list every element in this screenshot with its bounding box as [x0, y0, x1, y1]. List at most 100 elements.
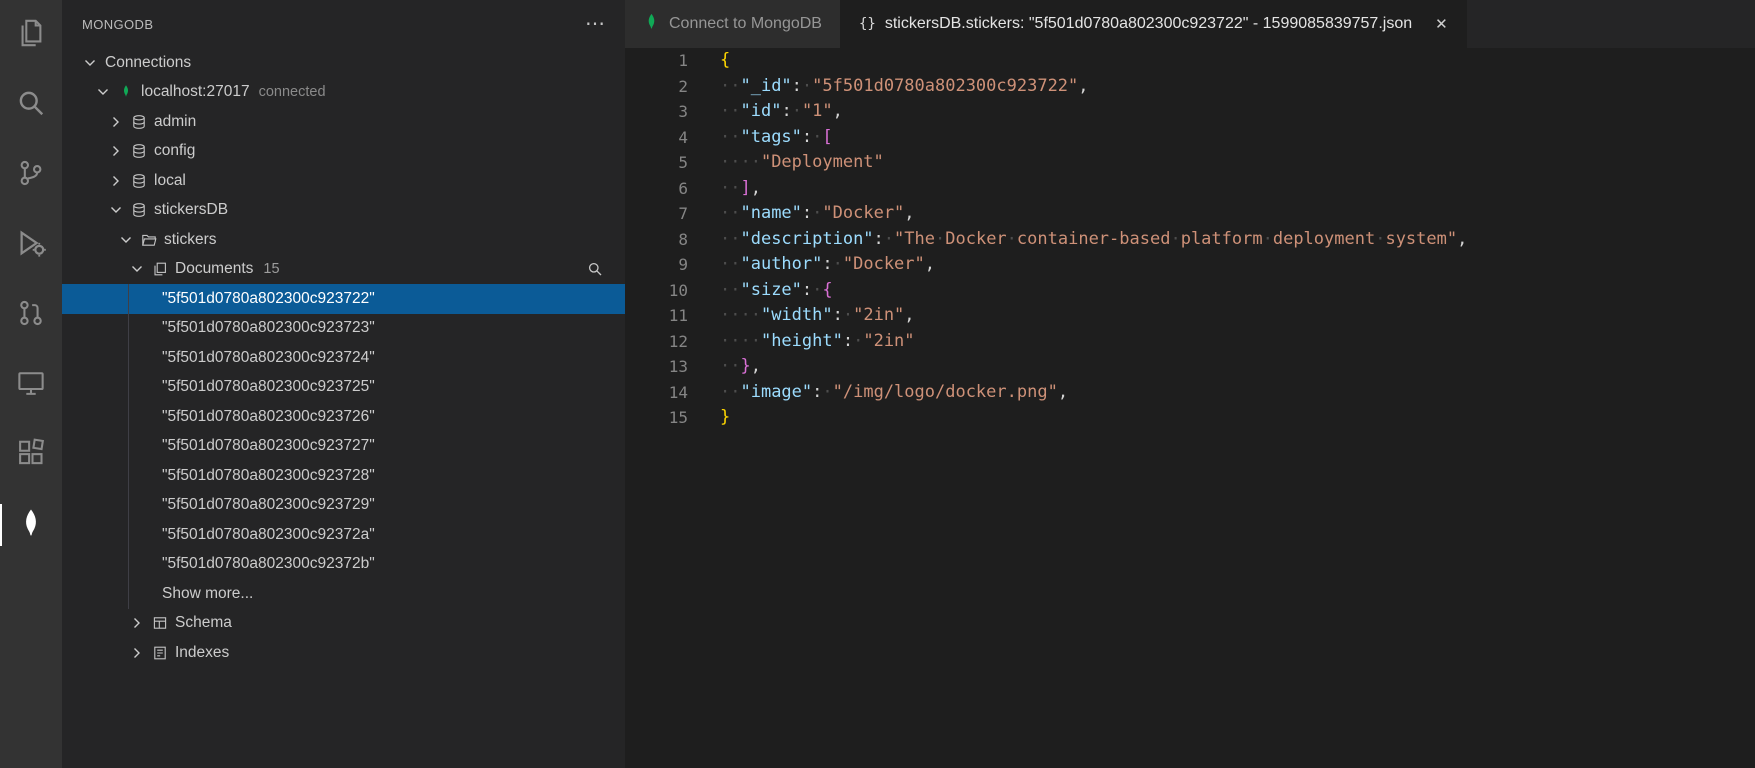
chevron-right-icon[interactable] — [108, 114, 124, 130]
activity-extensions-button[interactable] — [0, 420, 62, 490]
database-icon — [131, 143, 147, 159]
search-icon[interactable] — [587, 261, 603, 277]
close-icon[interactable]: ✕ — [1435, 15, 1448, 33]
tree-item-documents[interactable]: Documents 15 — [62, 255, 625, 285]
tree-item-doc-724[interactable]: "5f501d0780a802300c923724" — [62, 343, 625, 373]
tree-item-doc-726[interactable]: "5f501d0780a802300c923726" — [62, 402, 625, 432]
tree-item-doc-72a[interactable]: "5f501d0780a802300c92372a" — [62, 520, 625, 550]
chevron-down-icon[interactable] — [82, 55, 98, 71]
line-number: 8 — [625, 227, 688, 253]
code-line[interactable]: 10 ··"size":·{ — [625, 278, 1755, 304]
documents-count: 15 — [263, 261, 279, 277]
connection-tree: Connections localhost:27017connectedadmin… — [62, 48, 625, 768]
activity-mongodb-button[interactable] — [0, 490, 62, 560]
remote-explorer-icon — [16, 368, 46, 403]
line-number: 7 — [625, 201, 688, 227]
code-line[interactable]: 1{ — [625, 48, 1755, 74]
tab-label: stickersDB.stickers: "5f501d0780a802300c… — [885, 15, 1412, 33]
activity-pull-requests-button[interactable] — [0, 280, 62, 350]
activity-source-control-button[interactable] — [0, 140, 62, 210]
line-number: 1 — [625, 48, 688, 74]
tree-item-doc-729[interactable]: "5f501d0780a802300c923729" — [62, 491, 625, 521]
line-number: 13 — [625, 354, 688, 380]
code-line[interactable]: 15} — [625, 405, 1755, 431]
line-number: 10 — [625, 278, 688, 304]
chevron-right-icon[interactable] — [108, 173, 124, 189]
editor-area: Connect to MongoDB {}stickersDB.stickers:… — [625, 0, 1755, 768]
tree-item-doc-728[interactable]: "5f501d0780a802300c923728" — [62, 461, 625, 491]
tree-item-label: config — [154, 142, 195, 160]
chevron-down-icon[interactable] — [95, 84, 111, 100]
database-icon — [131, 202, 147, 218]
code-line[interactable]: 5····"Deployment" — [625, 150, 1755, 176]
chevron-right-icon[interactable] — [129, 615, 145, 631]
tree-item-label: "5f501d0780a802300c923727" — [162, 437, 375, 455]
editor-code[interactable]: 1{2··"_id":·"5f501d0780a802300c923722",3… — [625, 48, 1755, 768]
code-text: ··"id":·"1", — [720, 99, 843, 125]
activity-explorer-button[interactable] — [0, 0, 62, 70]
search-icon — [16, 88, 46, 123]
tree-item-doc-727[interactable]: "5f501d0780a802300c923727" — [62, 432, 625, 462]
chevron-down-icon[interactable] — [118, 232, 134, 248]
tab-document-json[interactable]: {}stickersDB.stickers: "5f501d0780a80230… — [841, 0, 1467, 48]
code-text: ····"height":·"2in" — [720, 329, 915, 355]
code-text: ··"_id":·"5f501d0780a802300c923722", — [720, 74, 1089, 100]
code-line[interactable]: 4··"tags":·[ — [625, 125, 1755, 151]
tree-item-db-admin[interactable]: admin — [62, 107, 625, 137]
tree-item-label: stickers — [164, 231, 217, 249]
tree-item-db-stickersdb[interactable]: stickersDB — [62, 196, 625, 226]
tree-item-label: "5f501d0780a802300c923728" — [162, 467, 375, 485]
tree-item-doc-722[interactable]: "5f501d0780a802300c923722" — [62, 284, 625, 314]
activity-run-and-debug-button[interactable] — [0, 210, 62, 280]
code-text: ··"name":·"Docker", — [720, 201, 915, 227]
tab-connect-to-mongodb[interactable]: Connect to MongoDB — [625, 0, 841, 48]
code-text: ··], — [720, 176, 761, 202]
code-text: ··}, — [720, 354, 761, 380]
chevron-right-icon[interactable] — [129, 645, 145, 661]
chevron-down-icon[interactable] — [108, 202, 124, 218]
activity-remote-explorer-button[interactable] — [0, 350, 62, 420]
tree-item-label: Documents — [175, 260, 253, 278]
code-line[interactable]: 9··"author":·"Docker", — [625, 252, 1755, 278]
chevron-right-icon[interactable] — [108, 143, 124, 159]
activity-search-button[interactable] — [0, 70, 62, 140]
code-line[interactable]: 3··"id":·"1", — [625, 99, 1755, 125]
activity-bar — [0, 0, 62, 768]
code-line[interactable]: 13 ··}, — [625, 354, 1755, 380]
tree-item-collection-stickers[interactable]: stickers — [62, 225, 625, 255]
chevron-down-icon[interactable] — [129, 261, 145, 277]
sidebar-header: MONGODB ⋯ — [62, 0, 625, 48]
tree-item-db-config[interactable]: config — [62, 137, 625, 167]
tree-item-connections[interactable]: Connections — [62, 48, 625, 78]
tree-item-show-more[interactable]: Show more... — [62, 579, 625, 609]
code-text: ··"size":·{ — [720, 278, 833, 304]
tree-item-doc-725[interactable]: "5f501d0780a802300c923725" — [62, 373, 625, 403]
code-line[interactable]: 2··"_id":·"5f501d0780a802300c923722", — [625, 74, 1755, 100]
tree-item-label: "5f501d0780a802300c923729" — [162, 496, 375, 514]
more-actions-icon[interactable]: ⋯ — [585, 14, 605, 34]
code-line[interactable]: 12····"height":·"2in" — [625, 329, 1755, 355]
tree-item-localhost-27017[interactable]: localhost:27017connected — [62, 78, 625, 108]
code-line[interactable]: 6··], — [625, 176, 1755, 202]
tree-item-indexes[interactable]: Indexes — [62, 638, 625, 668]
documents-icon — [152, 261, 168, 277]
code-line[interactable]: 7 ··"name":·"Docker", — [625, 201, 1755, 227]
tree-item-db-local[interactable]: local — [62, 166, 625, 196]
tab-label: Connect to MongoDB — [669, 15, 822, 33]
tree-item-label: Connections — [105, 54, 191, 72]
mongodb-leaf-icon — [643, 13, 660, 35]
tree-item-schema[interactable]: Schema — [62, 609, 625, 639]
tree-item-label: localhost:27017 — [141, 83, 250, 101]
code-line[interactable]: 8··"description":·"The·Docker·container-… — [625, 227, 1755, 253]
code-line[interactable]: 14··"image":·"/img/logo/docker.png", — [625, 380, 1755, 406]
mongodb-sidebar: MONGODB ⋯ Connections localhost:27017conn… — [62, 0, 625, 768]
source-control-icon — [16, 158, 46, 193]
tab-bar: Connect to MongoDB {}stickersDB.stickers:… — [625, 0, 1755, 48]
tree-item-doc-723[interactable]: "5f501d0780a802300c923723" — [62, 314, 625, 344]
tree-item-label: "5f501d0780a802300c923725" — [162, 378, 375, 396]
tree-item-label: "5f501d0780a802300c92372a" — [162, 526, 375, 544]
line-number: 5 — [625, 150, 688, 176]
code-line[interactable]: 11····"width":·"2in", — [625, 303, 1755, 329]
code-text: ··"tags":·[ — [720, 125, 833, 151]
tree-item-doc-72b[interactable]: "5f501d0780a802300c92372b" — [62, 550, 625, 580]
